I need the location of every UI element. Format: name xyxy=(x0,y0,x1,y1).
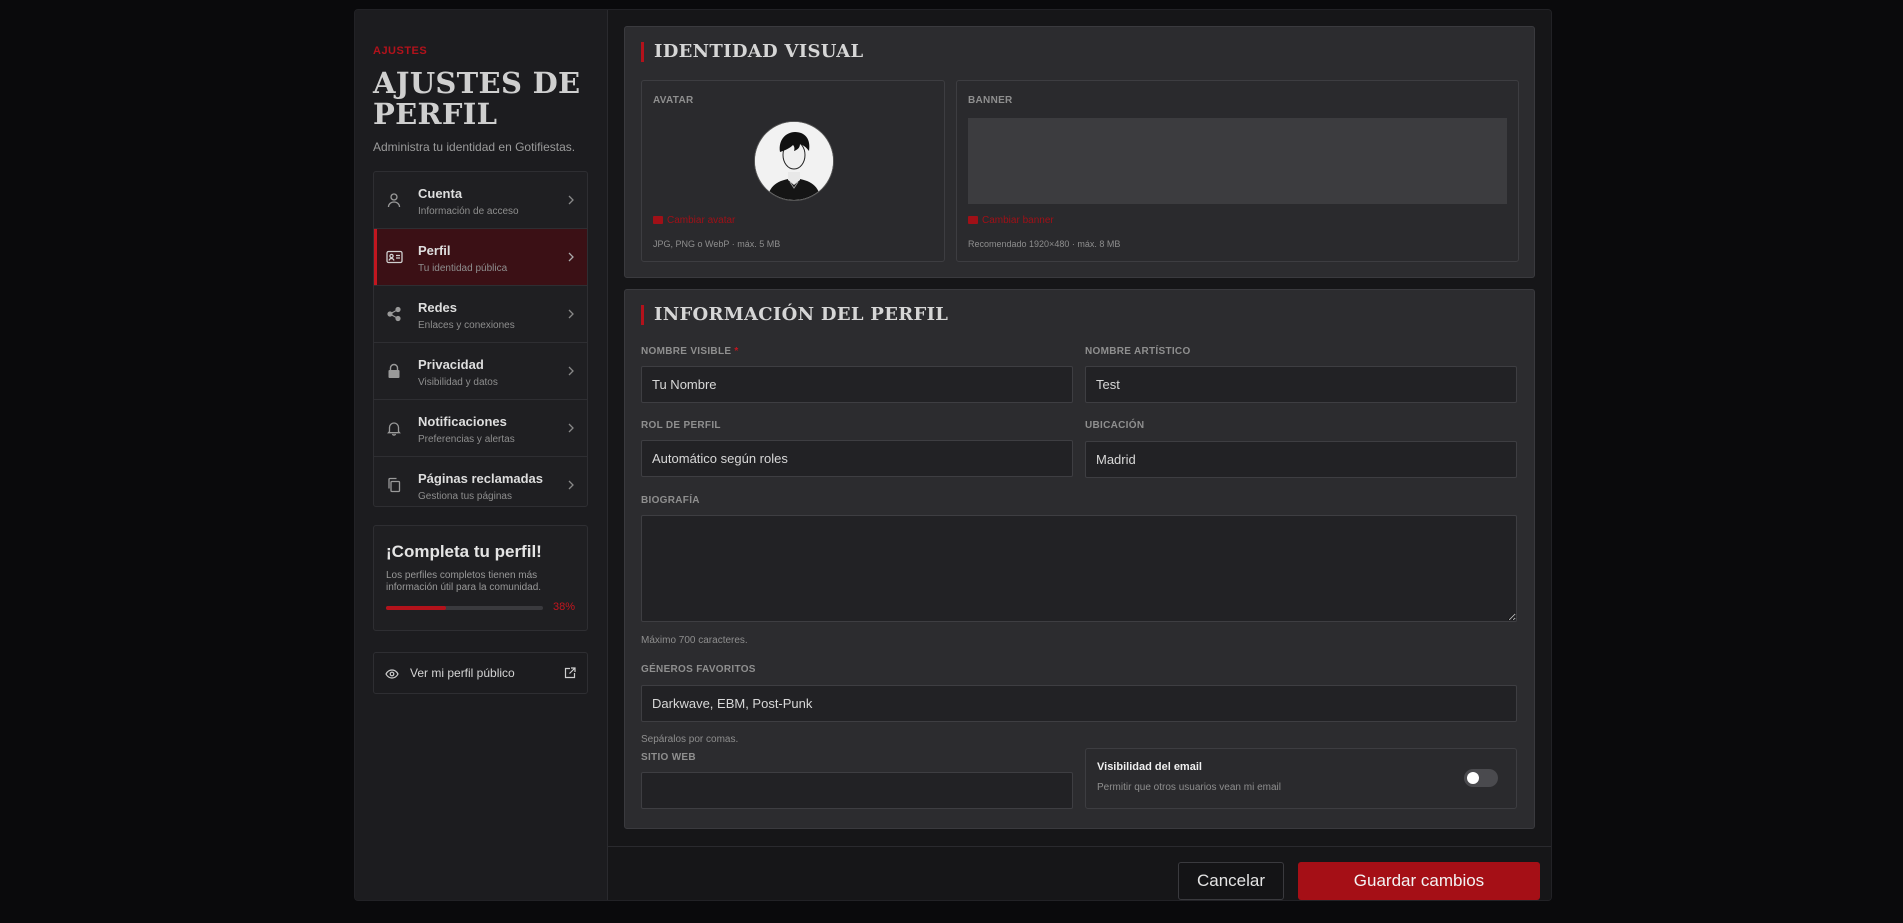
completion-progress-bar xyxy=(386,606,543,610)
completion-percent: 38% xyxy=(552,601,575,613)
profile-completion-card: ¡Completa tu perfil! Los perfiles comple… xyxy=(373,525,588,631)
section-title: INFORMACIÓN DEL PERFIL xyxy=(641,305,948,325)
bio-label: BIOGRAFÍA xyxy=(641,495,700,506)
artist-name-label: NOMBRE ARTÍSTICO xyxy=(1085,346,1191,357)
banner-label: BANNER xyxy=(968,95,1013,106)
email-visibility-toggle[interactable] xyxy=(1464,769,1498,787)
change-banner-link[interactable]: Cambiar banner xyxy=(968,215,1054,226)
bio-textarea[interactable] xyxy=(641,515,1517,622)
banner-hint: Recomendado 1920×480 · máx. 8 MB xyxy=(968,239,1121,249)
lock-icon xyxy=(386,363,402,379)
sidebar-item-desc: Preferencias y alertas xyxy=(418,434,515,445)
sidebar-item-cuenta[interactable]: Cuenta Información de acceso xyxy=(374,172,587,229)
chevron-right-icon xyxy=(567,307,575,325)
genres-help: Sepáralos por comas. xyxy=(641,734,739,745)
toggle-knob xyxy=(1467,772,1479,784)
avatar-label: AVATAR xyxy=(653,95,694,106)
completion-text: Los perfiles completos tienen más inform… xyxy=(386,570,542,593)
view-public-profile-label: Ver mi perfil público xyxy=(410,666,515,680)
completion-progress-fill xyxy=(386,606,446,610)
sidebar-item-label: Cuenta xyxy=(418,186,463,201)
bio-help: Máximo 700 caracteres. xyxy=(641,635,748,646)
sidebar-item-desc: Gestiona tus páginas xyxy=(418,491,512,502)
genres-input[interactable] xyxy=(641,685,1517,722)
sidebar-item-paginas-reclamadas[interactable]: Páginas reclamadas Gestiona tus páginas xyxy=(374,457,587,506)
artist-name-input[interactable] xyxy=(1085,366,1517,403)
location-input[interactable] xyxy=(1085,441,1517,478)
settings-nav: Cuenta Información de acceso Perfil Tu i… xyxy=(373,171,588,507)
page-subtitle: Administra tu identidad en Gotifiestas. xyxy=(373,140,576,154)
eye-icon xyxy=(385,667,399,685)
copy-icon xyxy=(386,477,402,493)
genres-label: GÉNEROS FAVORITOS xyxy=(641,664,756,675)
sidebar-item-desc: Información de acceso xyxy=(418,206,519,217)
footer-bar: Cancelar Guardar cambios xyxy=(608,846,1551,900)
visual-identity-section: IDENTIDAD VISUAL AVATAR Cambiar avatar J… xyxy=(624,26,1535,278)
profile-role-label: ROL DE PERFIL xyxy=(641,420,721,431)
id-card-icon xyxy=(386,249,403,265)
location-label: UBICACIÓN xyxy=(1085,420,1145,431)
chevron-right-icon xyxy=(567,478,575,496)
sidebar-item-notificaciones[interactable]: Notificaciones Preferencias y alertas xyxy=(374,400,587,457)
avatar[interactable] xyxy=(754,121,834,201)
change-avatar-link[interactable]: Cambiar avatar xyxy=(653,215,735,226)
banner-preview[interactable] xyxy=(968,118,1507,204)
sidebar-item-privacidad[interactable]: Privacidad Visibilidad y datos xyxy=(374,343,587,400)
view-public-profile-link[interactable]: Ver mi perfil público xyxy=(373,652,588,694)
banner-card: BANNER Cambiar banner Recomendado 1920×4… xyxy=(956,80,1519,262)
sidebar-item-label: Páginas reclamadas xyxy=(418,471,544,486)
camera-icon xyxy=(653,216,663,224)
avatar-hint: JPG, PNG o WebP · máx. 5 MB xyxy=(653,239,781,249)
cancel-button[interactable]: Cancelar xyxy=(1178,862,1284,900)
page-title: AJUSTES DE PERFIL xyxy=(373,66,581,131)
email-visibility-card: Visibilidad del email Permitir que otros… xyxy=(1085,748,1517,809)
avatar-card: AVATAR Cambiar avatar JPG, PNG o WebP · … xyxy=(641,80,945,262)
chevron-right-icon xyxy=(567,250,575,268)
change-banner-label: Cambiar banner xyxy=(982,215,1054,226)
website-input[interactable] xyxy=(641,772,1073,809)
email-visibility-title: Visibilidad del email xyxy=(1097,761,1202,773)
user-icon xyxy=(386,192,402,208)
camera-icon xyxy=(968,216,978,224)
settings-modal: AJUSTES AJUSTES DE PERFIL Administra tu … xyxy=(354,9,1552,901)
chevron-right-icon xyxy=(567,421,575,439)
chevron-right-icon xyxy=(567,193,575,211)
display-name-label: NOMBRE VISIBLE * xyxy=(641,346,739,357)
chevron-right-icon xyxy=(567,364,575,382)
sidebar-item-desc: Enlaces y conexiones xyxy=(418,320,515,331)
sidebar-item-redes[interactable]: Redes Enlaces y conexiones xyxy=(374,286,587,343)
section-title: IDENTIDAD VISUAL xyxy=(641,42,863,62)
sidebar-item-desc: Tu identidad pública xyxy=(418,263,508,274)
sidebar: AJUSTES AJUSTES DE PERFIL Administra tu … xyxy=(355,10,608,900)
bell-icon xyxy=(386,420,402,436)
save-button[interactable]: Guardar cambios xyxy=(1298,862,1540,900)
sidebar-item-label: Perfil xyxy=(418,243,451,258)
email-visibility-desc: Permitir que otros usuarios vean mi emai… xyxy=(1097,782,1281,793)
sidebar-item-label: Notificaciones xyxy=(418,414,507,429)
main-content: IDENTIDAD VISUAL AVATAR Cambiar avatar J… xyxy=(608,10,1551,900)
display-name-input[interactable] xyxy=(641,366,1073,403)
sidebar-item-perfil[interactable]: Perfil Tu identidad pública xyxy=(374,229,587,286)
required-marker: * xyxy=(734,346,739,357)
sidebar-item-label: Redes xyxy=(418,300,458,315)
sidebar-eyebrow: AJUSTES xyxy=(373,45,428,57)
profile-info-section: INFORMACIÓN DEL PERFIL NOMBRE VISIBLE* N… xyxy=(624,289,1535,829)
change-avatar-label: Cambiar avatar xyxy=(667,215,736,226)
sidebar-item-label: Privacidad xyxy=(418,357,484,372)
sidebar-item-desc: Visibilidad y datos xyxy=(418,377,498,388)
external-link-icon xyxy=(564,666,576,684)
website-label: SITIO WEB xyxy=(641,752,696,763)
display-name-label-text: NOMBRE VISIBLE xyxy=(641,346,732,357)
profile-role-select[interactable] xyxy=(641,440,1073,477)
completion-title: ¡Completa tu perfil! xyxy=(386,542,542,561)
share-icon xyxy=(386,306,402,322)
